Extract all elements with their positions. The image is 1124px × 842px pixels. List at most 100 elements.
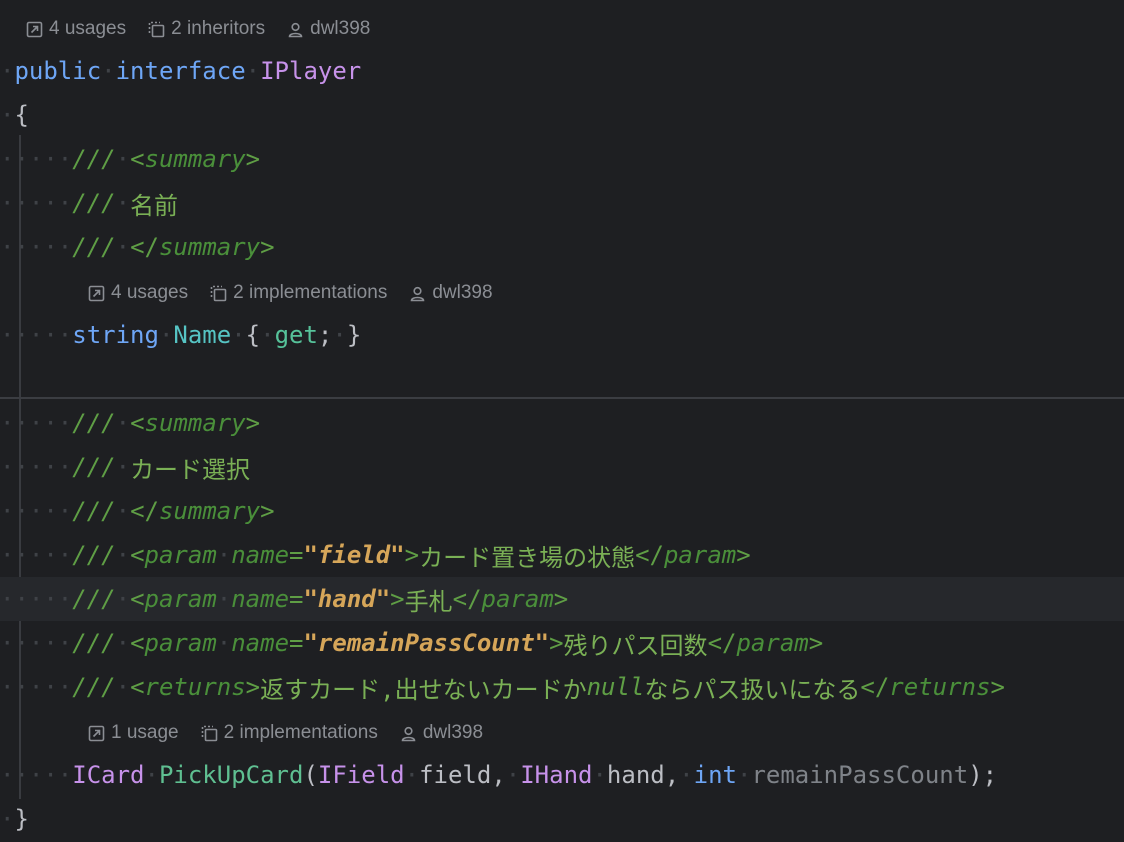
close-brace: } <box>14 805 29 833</box>
user-icon <box>288 22 303 37</box>
tag-lt: < <box>130 409 145 437</box>
doc-slashes: /// <box>72 453 116 481</box>
param-hand: hand <box>606 761 665 789</box>
attr-eq: = <box>289 585 304 613</box>
doc-slashes: /// <box>72 585 116 613</box>
tag-lt: < <box>130 541 145 569</box>
whitespace-marker: · <box>245 57 261 85</box>
tag-lt: < <box>130 145 145 173</box>
hierarchy-icon <box>201 725 217 741</box>
code-line-pickupcard[interactable]: ····· ICard · PickUpCard(IField · field, · IHan… <box>0 753 1124 797</box>
tag-lt: < <box>130 673 145 701</box>
code-line-interface-decl[interactable]: · public · interface · IPlayer <box>0 49 1124 93</box>
whitespace-marker: · <box>332 321 347 349</box>
returns-desc-2: ならパス扱いになる <box>644 675 861 704</box>
code-line-doc-summary-close-2[interactable]: ·····///· </summary > <box>0 489 1124 533</box>
keyword-public: public <box>14 57 102 85</box>
author-hint[interactable]: dwl398 <box>400 722 483 744</box>
tag-gt: > <box>808 629 824 657</box>
semicolon: ; <box>317 321 333 349</box>
indent-dots: ····· <box>0 541 73 569</box>
interface-name: IPlayer <box>260 57 362 85</box>
whitespace-marker: · <box>0 101 15 129</box>
whitespace-marker: · <box>505 761 521 789</box>
usages-hint[interactable]: 4 usages <box>26 18 126 40</box>
indent-dots: ····· <box>0 409 73 437</box>
tag-close-lt: </ <box>707 629 737 657</box>
whitespace-marker: · <box>115 453 131 481</box>
inlay-hints-interface: 4 usages 2 inheritors dwl398 <box>26 11 392 47</box>
whitespace-marker: · <box>115 541 131 569</box>
usages-label: 4 usages <box>111 282 189 303</box>
code-line-doc-summary-open-2[interactable]: ·····///· < summary > <box>0 401 1124 445</box>
tag-gt: > <box>245 673 261 701</box>
tag-close-lt: </ <box>452 585 482 613</box>
comma: , <box>664 761 680 789</box>
usages-hint[interactable]: 4 usages <box>88 282 188 304</box>
code-line-open-brace[interactable]: ·{ <box>0 93 1124 137</box>
tag-gt: > <box>390 585 405 613</box>
implementations-label: 2 implementations <box>233 282 388 303</box>
attr-value-remain: "remainPassCount" <box>303 629 550 657</box>
whitespace-marker: · <box>0 805 15 833</box>
tag-gt: > <box>260 233 275 261</box>
code-line-doc-summary-open[interactable]: ·····///· < summary > <box>0 137 1124 181</box>
whitespace-marker: · <box>115 497 131 525</box>
tag-close-lt: </ <box>635 541 664 569</box>
summary-tag: summary <box>144 145 246 173</box>
doc-slashes: /// <box>72 145 116 173</box>
whitespace-marker: · <box>158 321 174 349</box>
implementations-hint[interactable]: 2 implementations <box>201 722 378 744</box>
external-link-icon <box>88 285 105 301</box>
hierarchy-icon <box>210 285 227 301</box>
code-line-doc-param-hand[interactable]: ·····///· < param · name = "hand" > 手札 </param > <box>0 577 1124 621</box>
code-line-doc-pick[interactable]: ·····///· カード選択 <box>0 445 1124 489</box>
code-line-doc-name[interactable]: ·····///· 名前 <box>0 181 1124 225</box>
code-line-doc-param-remain[interactable]: ·····///· < param · name = "remainPassCount" > 残… <box>0 621 1124 665</box>
code-line-close-brace[interactable]: ·} <box>0 797 1124 841</box>
accessor-get: get <box>274 321 318 349</box>
whitespace-marker: · <box>404 761 420 789</box>
usages-hint[interactable]: 1 usage <box>88 722 179 744</box>
code-line-doc-summary-close[interactable]: ·····///· </summary > <box>0 225 1124 269</box>
code-line-doc-returns[interactable]: ·····///· < returns > 返すカード,出せないカードか null ならパス… <box>0 665 1124 709</box>
author-hint[interactable]: dwl398 <box>409 282 493 304</box>
param-tag: param <box>736 629 809 657</box>
doc-slashes: /// <box>72 629 116 657</box>
brace-open: { <box>245 321 261 349</box>
summary-tag: summary <box>158 497 261 525</box>
indent-dots: ····· <box>0 673 73 701</box>
param-remain: remainPassCount <box>751 761 969 789</box>
tag-lt: < <box>130 629 145 657</box>
paren-open: ( <box>303 761 318 789</box>
author-label: dwl398 <box>432 282 493 303</box>
whitespace-marker: · <box>115 629 131 657</box>
implementations-label: 2 implementations <box>223 722 378 743</box>
tag-gt: > <box>245 145 261 173</box>
code-line-name-property[interactable]: ····· string · Name ·{· get; ·} <box>0 313 1124 357</box>
inheritors-hint[interactable]: 2 inheritors <box>148 18 265 40</box>
param-tag: param <box>144 541 217 569</box>
return-type: ICard <box>72 761 145 789</box>
tag-gt: > <box>553 585 569 613</box>
indent-dots: ····· <box>0 321 73 349</box>
param-desc-remain: 残りパス回数 <box>563 631 708 660</box>
hierarchy-icon <box>148 21 165 37</box>
external-link-icon <box>26 21 43 37</box>
attr-value-hand: "hand" <box>303 585 391 613</box>
whitespace-marker: · <box>216 585 232 613</box>
usages-label: 1 usage <box>111 722 179 743</box>
implementations-hint[interactable]: 2 implementations <box>210 282 387 304</box>
tag-gt: > <box>404 541 420 569</box>
whitespace-marker: · <box>736 761 752 789</box>
author-hint[interactable]: dwl398 <box>287 18 370 40</box>
whitespace-marker: · <box>260 321 275 349</box>
returns-tag: returns <box>889 673 991 701</box>
code-line-doc-param-field[interactable]: ·····///· < param · name = "field" > カード置き場の状態 </… <box>0 533 1124 577</box>
returns-desc-1: 返すカード,出せないカードか <box>260 675 587 704</box>
author-label: dwl398 <box>422 722 484 743</box>
doc-slashes: /// <box>72 497 116 525</box>
tag-gt: > <box>736 541 751 569</box>
summary-tag: summary <box>144 409 246 437</box>
param-tag: param <box>663 541 737 569</box>
